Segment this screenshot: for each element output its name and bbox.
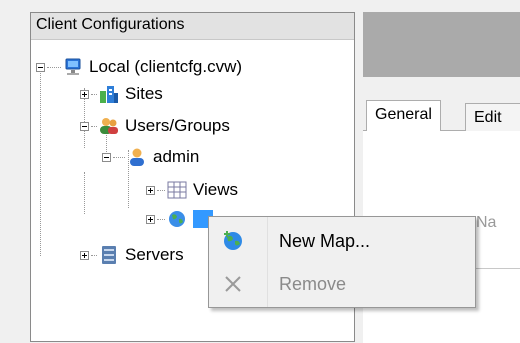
tree-node-local[interactable]: Local (clientcfg.cvw) — [36, 55, 242, 79]
tree-node-servers[interactable]: Servers — [80, 243, 184, 267]
grid-icon — [167, 180, 187, 200]
tree-line — [40, 66, 41, 256]
tree-node-label: admin — [153, 147, 200, 166]
tree-line — [84, 172, 85, 214]
sites-icon — [99, 84, 119, 104]
tree-node-admin[interactable]: admin — [102, 145, 199, 169]
tree-node-maps[interactable] — [146, 207, 213, 231]
expand-toggle[interactable] — [146, 214, 155, 224]
computer-icon — [63, 57, 83, 77]
menu-item-label: New Map... — [279, 230, 371, 251]
tree-node-label: Users/Groups — [125, 116, 230, 135]
server-icon — [99, 245, 119, 265]
name-field-label: Na — [476, 214, 497, 231]
menu-item-remove: Remove — [212, 264, 472, 304]
tree-node-label: Servers — [125, 245, 184, 264]
tab-general[interactable]: General — [366, 100, 441, 131]
users-icon — [99, 116, 119, 136]
expand-toggle[interactable] — [80, 89, 89, 99]
tab-edit[interactable]: Edit — [465, 103, 520, 131]
details-header-area — [363, 12, 520, 77]
tree-header-label: Client Configurations — [36, 16, 185, 33]
collapse-toggle[interactable] — [102, 152, 111, 162]
field-underline — [476, 268, 520, 269]
expand-toggle[interactable] — [80, 250, 89, 260]
tree-node-users-groups[interactable]: Users/Groups — [80, 114, 230, 138]
x-icon — [222, 273, 244, 295]
globe-icon — [167, 209, 187, 229]
menu-item-new-map[interactable]: New Map... — [212, 221, 472, 261]
tab-edit-label: Edit — [474, 109, 502, 126]
context-menu: New Map... Remove — [208, 216, 476, 308]
expand-toggle[interactable] — [146, 185, 155, 195]
tree-node-label: Local (clientcfg.cvw) — [89, 57, 243, 76]
tree-node-label: Views — [193, 180, 239, 199]
tree-header: Client Configurations — [31, 13, 354, 40]
tree-node-label: Sites — [125, 84, 163, 103]
collapse-toggle[interactable] — [36, 62, 45, 72]
collapse-toggle[interactable] — [80, 121, 89, 131]
menu-item-label: Remove — [279, 273, 347, 294]
tree-node-views[interactable]: Views — [146, 178, 238, 202]
globe-plus-icon — [222, 230, 244, 252]
tree-node-sites[interactable]: Sites — [80, 82, 163, 106]
tab-general-label: General — [375, 106, 432, 123]
user-icon — [127, 147, 147, 167]
